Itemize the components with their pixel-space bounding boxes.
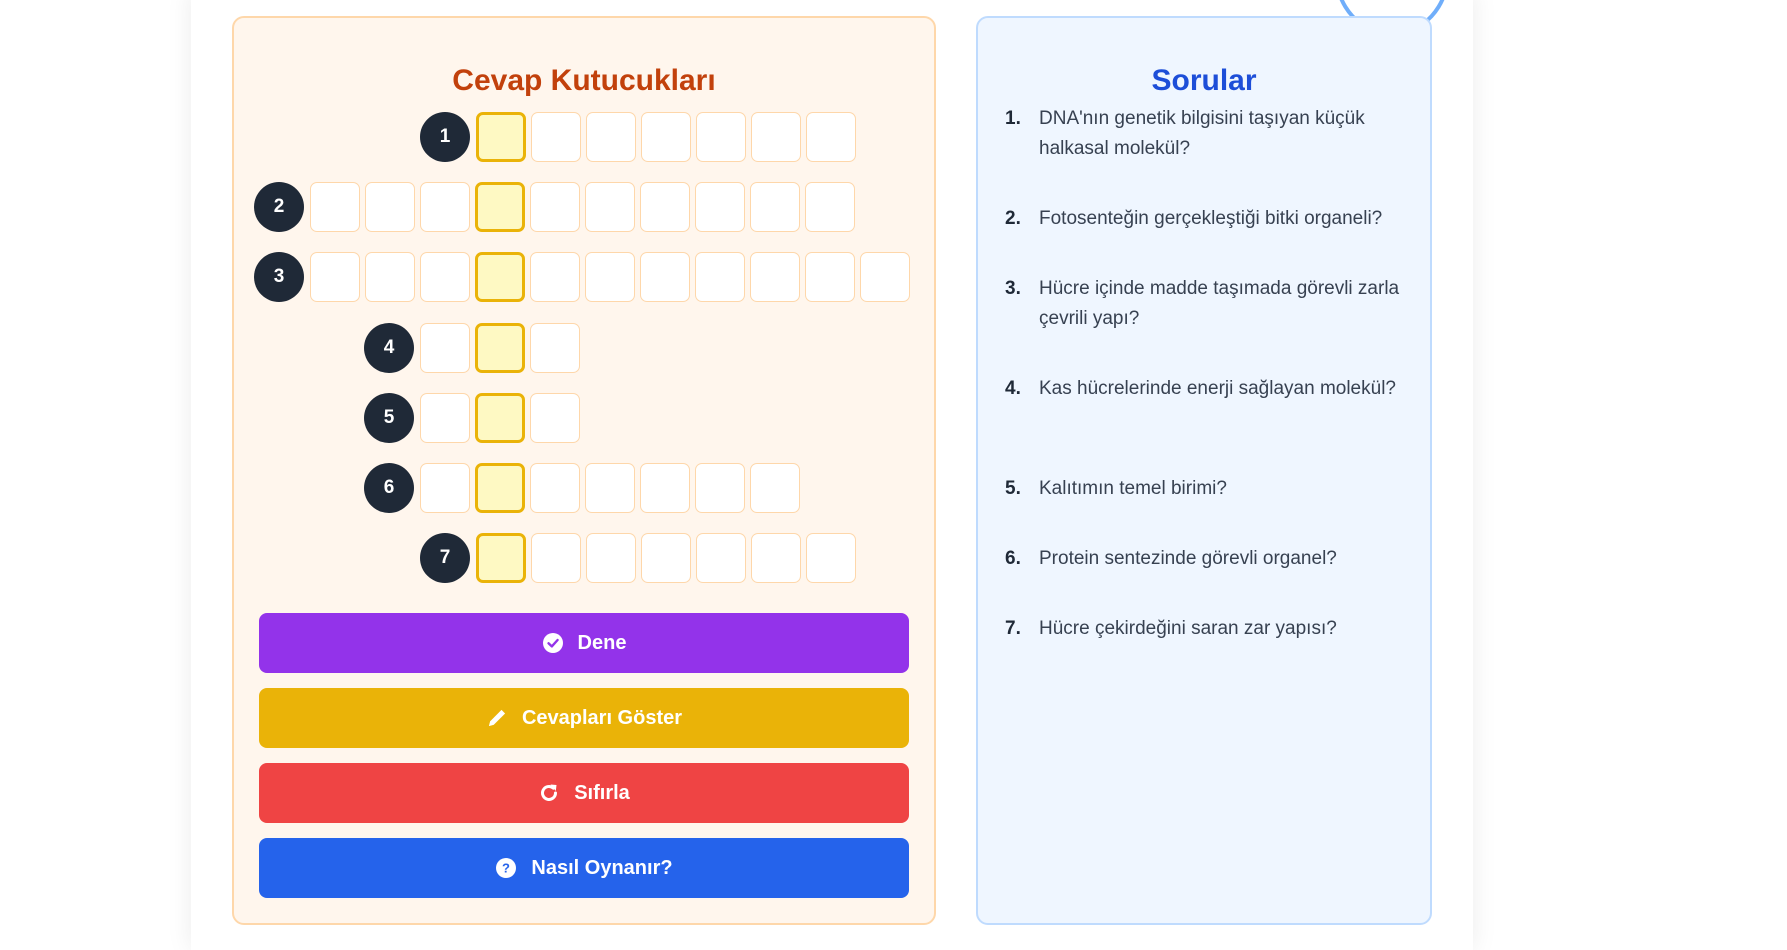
how-to-play-button-label: Nasıl Oynanır? (531, 856, 673, 879)
letter-cell[interactable] (640, 252, 690, 302)
svg-text:?: ? (502, 861, 510, 876)
crossword-row-3: 3 (254, 251, 915, 303)
question-text: Hücre çekirdeğini saran zar yapısı? (1039, 618, 1337, 639)
question-number: 4. (1005, 378, 1021, 399)
question-text: Fotosenteğin gerçekleştiği bitki organel… (1039, 208, 1383, 229)
question-text: Hücre içinde madde taşımada görevli zarl… (1039, 278, 1400, 329)
row-number-badge: 6 (364, 463, 414, 513)
question-text: Kas hücrelerinde enerji sağlayan molekül… (1039, 378, 1396, 399)
letter-cell[interactable] (310, 182, 360, 232)
letter-cell[interactable] (695, 182, 745, 232)
question-text: Kalıtımın temel birimi? (1039, 478, 1227, 499)
question-item: 6. Protein sentezinde görevli organel? (1005, 544, 1415, 574)
letter-cell[interactable] (420, 393, 470, 443)
questions-panel: Sorular 1. DNA'nın genetik bilgisini taş… (976, 16, 1432, 925)
letter-cell[interactable] (420, 182, 470, 232)
letter-cell[interactable] (805, 252, 855, 302)
try-button[interactable]: Dene (259, 613, 909, 673)
question-number: 7. (1005, 618, 1021, 639)
question-text: Protein sentezinde görevli organel? (1039, 548, 1337, 569)
letter-cell[interactable] (530, 252, 580, 302)
pencil-icon (486, 707, 508, 729)
letter-cell[interactable] (750, 252, 800, 302)
letter-cell[interactable] (860, 252, 910, 302)
key-cell[interactable] (476, 112, 526, 162)
letter-cell[interactable] (751, 112, 801, 162)
key-cell[interactable] (475, 463, 525, 513)
letter-cell[interactable] (365, 252, 415, 302)
question-number: 6. (1005, 548, 1021, 569)
question-number: 2. (1005, 208, 1021, 229)
redo-icon (538, 782, 560, 804)
crossword-row-2: 2 (254, 181, 860, 233)
letter-cell[interactable] (750, 182, 800, 232)
row-number-badge: 1 (420, 112, 470, 162)
key-cell[interactable] (476, 533, 526, 583)
letter-cell[interactable] (806, 112, 856, 162)
letter-cell[interactable] (641, 533, 691, 583)
letter-cell[interactable] (696, 533, 746, 583)
crossword-row-7: 7 (420, 532, 861, 584)
letter-cell[interactable] (695, 252, 745, 302)
letter-cell[interactable] (310, 252, 360, 302)
question-circle-icon: ? (495, 857, 517, 879)
letter-cell[interactable] (585, 182, 635, 232)
crossword-row-6: 6 (364, 462, 805, 514)
reset-button-label: Sıfırla (574, 781, 630, 804)
how-to-play-button[interactable]: ? Nasıl Oynanır? (259, 838, 909, 898)
row-number-badge: 2 (254, 182, 304, 232)
row-number-badge: 7 (420, 533, 470, 583)
letter-cell[interactable] (420, 463, 470, 513)
question-item: 5. Kalıtımın temel birimi? (1005, 474, 1415, 504)
letter-cell[interactable] (806, 533, 856, 583)
row-number-badge: 5 (364, 393, 414, 443)
key-cell[interactable] (475, 393, 525, 443)
letter-cell[interactable] (750, 463, 800, 513)
reset-button[interactable]: Sıfırla (259, 763, 909, 823)
letter-cell[interactable] (695, 463, 745, 513)
letter-cell[interactable] (585, 252, 635, 302)
letter-cell[interactable] (641, 112, 691, 162)
show-answers-button[interactable]: Cevapları Göster (259, 688, 909, 748)
question-item: 7. Hücre çekirdeğini saran zar yapısı? (1005, 614, 1415, 644)
letter-cell[interactable] (420, 252, 470, 302)
question-number: 1. (1005, 108, 1021, 129)
check-circle-icon (542, 632, 564, 654)
row-number-badge: 3 (254, 252, 304, 302)
answer-panel-title: Cevap Kutucukları (452, 64, 716, 97)
letter-cell[interactable] (365, 182, 415, 232)
letter-cell[interactable] (530, 463, 580, 513)
letter-cell[interactable] (586, 112, 636, 162)
crossword-row-4: 4 (364, 322, 585, 374)
crossword-row-5: 5 (364, 392, 585, 444)
question-number: 5. (1005, 478, 1021, 499)
letter-cell[interactable] (751, 533, 801, 583)
key-cell[interactable] (475, 252, 525, 302)
letter-cell[interactable] (530, 182, 580, 232)
question-item: 2. Fotosenteğin gerçekleştiği bitki orga… (1005, 204, 1415, 234)
questions-panel-title: Sorular (1151, 64, 1257, 97)
letter-cell[interactable] (530, 323, 580, 373)
letter-cell[interactable] (640, 182, 690, 232)
letter-cell[interactable] (640, 463, 690, 513)
key-cell[interactable] (475, 182, 525, 232)
question-item: 4. Kas hücrelerinde enerji sağlayan mole… (1005, 374, 1415, 404)
letter-cell[interactable] (586, 533, 636, 583)
letter-cell[interactable] (420, 323, 470, 373)
letter-cell[interactable] (531, 533, 581, 583)
letter-cell[interactable] (531, 112, 581, 162)
try-button-label: Dene (577, 631, 627, 654)
row-number-badge: 4 (364, 323, 414, 373)
question-number: 3. (1005, 278, 1021, 299)
crossword-row-1: 1 (420, 111, 861, 163)
show-answers-button-label: Cevapları Göster (521, 706, 683, 729)
letter-cell[interactable] (696, 112, 746, 162)
letter-cell[interactable] (585, 463, 635, 513)
question-text: DNA'nın genetik bilgisini taşıyan küçük … (1039, 108, 1365, 159)
key-cell[interactable] (475, 323, 525, 373)
question-item: 3. Hücre içinde madde taşımada görevli z… (1005, 274, 1415, 334)
letter-cell[interactable] (805, 182, 855, 232)
question-item: 1. DNA'nın genetik bilgisini taşıyan küç… (1005, 104, 1415, 164)
letter-cell[interactable] (530, 393, 580, 443)
